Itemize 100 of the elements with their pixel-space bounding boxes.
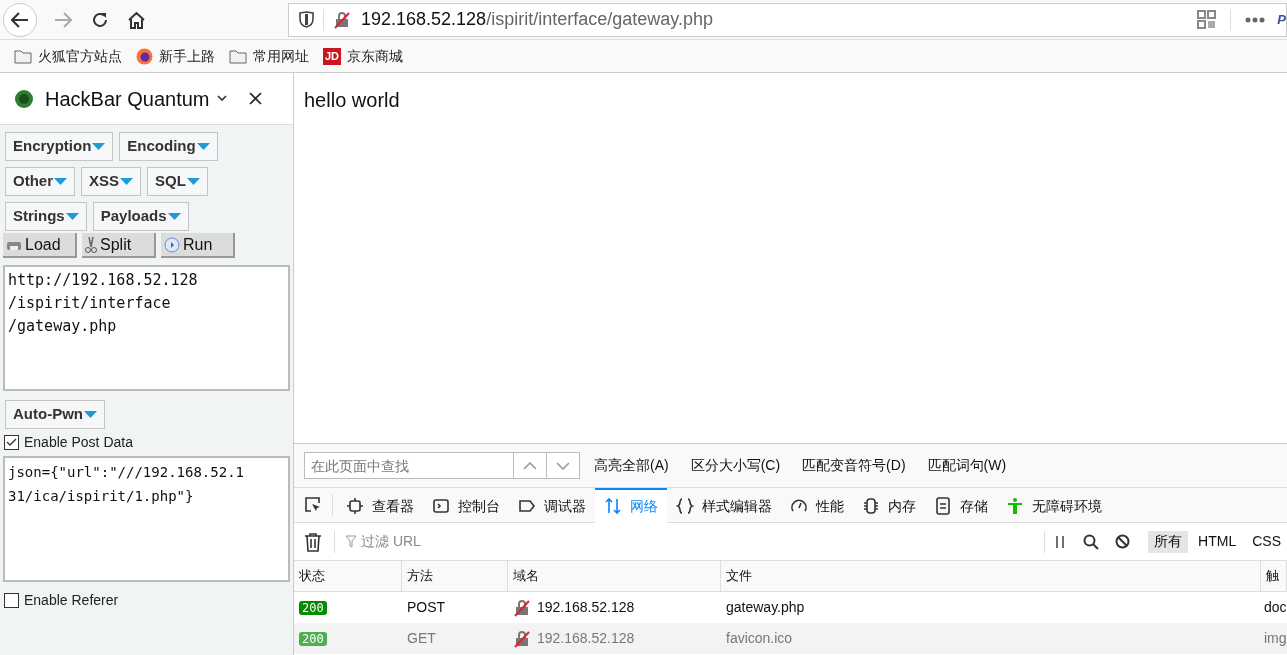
shield-icon xyxy=(299,11,314,28)
column-header[interactable]: 触 xyxy=(1261,561,1287,591)
table-cell-text: GET xyxy=(406,629,437,648)
reload-icon[interactable] xyxy=(91,10,109,29)
checkbox[interactable] xyxy=(4,593,19,608)
play-icon xyxy=(164,236,180,253)
action-button[interactable]: Load xyxy=(3,233,77,258)
filter-placeholder: 过滤 URL xyxy=(361,532,421,551)
pause-icon[interactable] xyxy=(1055,534,1066,549)
checkbox[interactable] xyxy=(4,435,19,450)
caret-icon xyxy=(54,178,67,185)
url-line: /gateway.php xyxy=(8,316,118,337)
sidebar-title: HackBar Quantum xyxy=(45,86,210,112)
home-icon[interactable] xyxy=(127,10,146,29)
bookmark-link[interactable]: 常用网址 xyxy=(253,45,309,67)
block-icon[interactable] xyxy=(1115,534,1131,549)
caret-icon xyxy=(120,178,134,185)
column-header[interactable]: 方法 xyxy=(402,561,508,591)
devtools-tab[interactable]: 存储 xyxy=(925,487,997,523)
menu-dropdown[interactable]: XSS xyxy=(81,167,142,196)
devtools-tab[interactable]: 网络 xyxy=(595,487,667,523)
qr-code-icon[interactable] xyxy=(1197,10,1217,29)
insecure-lock-icon xyxy=(513,598,531,617)
table-cell-text: doc xyxy=(1263,598,1287,617)
table-cell-text: POST xyxy=(406,598,447,617)
storage-icon xyxy=(934,497,952,515)
extension-label[interactable]: P xyxy=(1277,9,1286,30)
checkbox-label: Enable Post Data xyxy=(24,433,133,452)
url-textarea[interactable]: http://192.168.52.128 /ispirit/interface /gateway.php xyxy=(3,265,290,391)
devtools-tab[interactable]: 控制台 xyxy=(423,487,509,523)
menu-dropdown[interactable]: Encryption xyxy=(5,132,114,161)
url-line: /ispirit/interface xyxy=(8,293,172,314)
checkbox-label: Enable Referer xyxy=(24,591,119,610)
devtools-tab[interactable]: 内存 xyxy=(853,487,925,523)
scissors-icon xyxy=(85,235,97,254)
url-line: http://192.168.52.128 xyxy=(8,270,199,291)
column-header[interactable]: 文件 xyxy=(721,561,1261,591)
insecure-lock-icon xyxy=(513,629,531,648)
table-cell-text: favicon.ico xyxy=(725,629,794,648)
folder-icon xyxy=(14,48,32,64)
menu-dropdown[interactable]: Encoding xyxy=(119,132,218,161)
menu-dropdown[interactable]: Payloads xyxy=(92,202,189,231)
bookmark-link[interactable]: 新手上路 xyxy=(159,45,215,67)
store-logo: JD xyxy=(323,47,342,65)
type-filter-button[interactable]: CSS xyxy=(1246,530,1287,553)
search-icon[interactable] xyxy=(1083,533,1100,550)
chevron-up-icon xyxy=(523,461,537,470)
browser-logo-icon xyxy=(136,47,153,65)
memory-chip-icon xyxy=(862,497,880,515)
devtools-tab[interactable]: 查看器 xyxy=(337,487,423,523)
column-header[interactable]: 域名 xyxy=(508,561,721,591)
back-button[interactable] xyxy=(3,2,37,37)
action-button[interactable]: Run xyxy=(161,233,235,258)
find-option[interactable]: 匹配变音符号(D) xyxy=(802,455,906,476)
filter-icon xyxy=(345,535,357,548)
insecure-lock-icon xyxy=(333,10,351,29)
caret-icon xyxy=(186,178,200,185)
find-option[interactable]: 区分大小写(C) xyxy=(690,455,781,476)
back-arrow-icon xyxy=(11,11,29,28)
chevron-down-icon[interactable] xyxy=(216,95,227,102)
table-cell-text: img xyxy=(1263,629,1287,648)
devtools-tab[interactable]: 性能 xyxy=(781,487,853,523)
arrows-up-down-icon xyxy=(604,497,622,515)
column-header[interactable]: 状态 xyxy=(294,561,402,591)
trash-icon[interactable] xyxy=(304,531,322,552)
chevron-down-icon xyxy=(556,461,570,470)
debugger-icon xyxy=(518,497,536,515)
status-badge: 200 xyxy=(299,601,327,615)
devtools-tab[interactable]: 样式编辑器 xyxy=(667,487,781,523)
caret-icon xyxy=(84,411,97,418)
url-text: 192.168.52.128/ispirit/interface/gateway.php xyxy=(361,8,713,31)
post-data-textarea[interactable]: json={"url":"///192.168.52.1 31/ica/ispirit/1.php"} xyxy=(3,456,290,582)
status-badge: 200 xyxy=(299,632,327,646)
bookmark-link[interactable]: 火狐官方站点 xyxy=(38,45,122,67)
address-bar[interactable]: 192.168.52.128/ispirit/interface/gateway.php P xyxy=(288,2,1287,37)
filter-field[interactable]: 过滤 URL xyxy=(345,531,1045,552)
type-filter-button[interactable]: 所有 xyxy=(1148,530,1189,553)
devtools-tab[interactable]: 调试器 xyxy=(509,487,595,523)
caret-icon xyxy=(196,143,210,150)
menu-dropdown[interactable]: Strings xyxy=(5,202,87,231)
find-option[interactable]: 高亮全部(A) xyxy=(594,455,669,476)
find-field[interactable]: 在此页面中查找 xyxy=(304,452,514,479)
find-option[interactable]: 匹配词句(W) xyxy=(927,455,1007,476)
post-data-line: json={"url":"///192.168.52.1 xyxy=(8,463,245,482)
caret-icon xyxy=(167,213,181,220)
devtools-tab[interactable]: 无障碍环境 xyxy=(997,487,1111,523)
more-icon[interactable] xyxy=(1245,16,1266,23)
table-cell-text: gateway.php xyxy=(725,598,806,617)
post-data-line: 31/ica/ispirit/1.php"} xyxy=(8,487,195,506)
menu-dropdown[interactable]: Other xyxy=(5,167,75,196)
element-picker-icon[interactable] xyxy=(304,496,322,514)
menu-dropdown[interactable]: Auto-Pwn xyxy=(5,400,105,429)
caret-icon xyxy=(65,213,79,220)
type-filter-button[interactable]: HTML xyxy=(1192,530,1243,553)
folder-icon xyxy=(229,48,247,64)
menu-dropdown[interactable]: SQL xyxy=(147,167,208,196)
accessibility-icon xyxy=(1006,497,1024,515)
action-button[interactable]: Split xyxy=(82,233,156,258)
close-icon[interactable] xyxy=(248,92,262,105)
bookmark-link[interactable]: 京东商城 xyxy=(347,45,404,67)
